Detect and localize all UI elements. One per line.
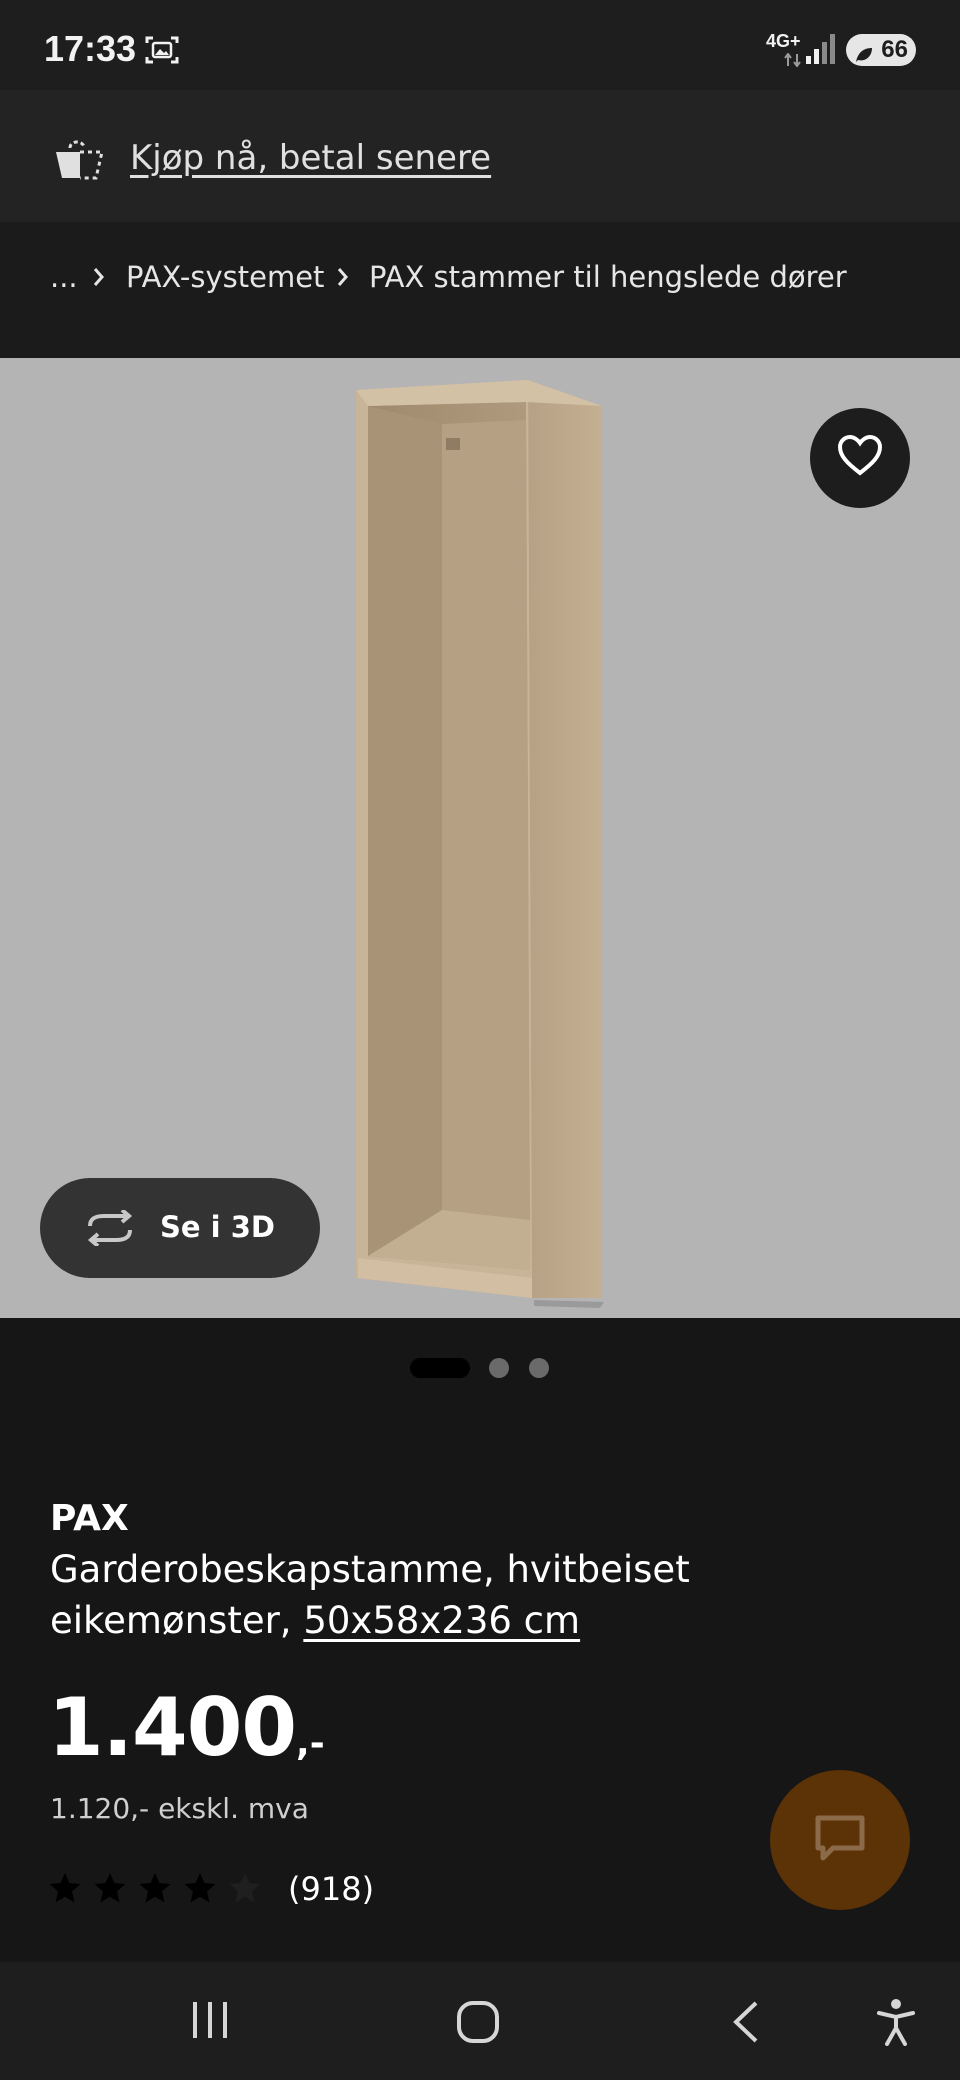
star-icon xyxy=(138,1872,172,1908)
chat-button[interactable] xyxy=(770,1770,910,1910)
star-icon xyxy=(93,1872,127,1908)
product-image-gallery[interactable]: Se i 3D xyxy=(0,358,960,1318)
price-suffix: ,- xyxy=(296,1723,325,1764)
breadcrumb: ... PAX-systemet PAX stammer til hengsle… xyxy=(0,222,960,358)
star-icon xyxy=(183,1872,217,1908)
leaf-icon xyxy=(854,41,874,73)
page: 17:33 4G+ 66 Kjøp nå, betal senere ... P… xyxy=(0,0,960,2080)
battery-level: 66 xyxy=(881,36,908,63)
recent-apps-icon[interactable] xyxy=(190,2000,230,2044)
product-name: PAX xyxy=(50,1498,129,1539)
carousel-dot-active[interactable] xyxy=(410,1358,470,1378)
screenshot-icon xyxy=(144,34,180,70)
carousel-dot[interactable] xyxy=(489,1358,509,1378)
chevron-right-icon xyxy=(92,266,106,292)
back-icon[interactable] xyxy=(730,2000,760,2048)
review-count[interactable]: (918) xyxy=(288,1870,374,1908)
view-in-3d-label: Se i 3D xyxy=(160,1210,275,1244)
product-size-link[interactable]: 50x58x236 cm xyxy=(303,1599,580,1642)
wardrobe-product-image xyxy=(356,380,604,1308)
chat-icon xyxy=(813,1813,867,1867)
carousel-indicator xyxy=(0,1356,960,1380)
breadcrumb-ellipsis[interactable]: ... xyxy=(50,260,78,294)
rotate-icon xyxy=(84,1208,136,1250)
star-icon xyxy=(48,1872,82,1908)
favorite-button[interactable] xyxy=(810,408,910,508)
chevron-right-icon xyxy=(336,266,350,292)
promo-bar: Kjøp nå, betal senere xyxy=(0,90,960,222)
payment-plan-icon xyxy=(54,138,106,184)
price-excluding-vat: 1.120,- ekskl. mva xyxy=(50,1792,309,1825)
breadcrumb-item-pax-frames[interactable]: PAX stammer til hengslede dører xyxy=(369,260,847,294)
signal-icon xyxy=(806,34,838,68)
breadcrumb-item-pax-system[interactable]: PAX-systemet xyxy=(126,260,324,294)
product-description: Garderobeskapstamme, hvitbeiset eikemøns… xyxy=(50,1544,910,1646)
product-price: 1.400,- xyxy=(48,1680,325,1776)
accessibility-icon[interactable] xyxy=(876,1998,916,2050)
heart-icon xyxy=(837,434,883,481)
buy-now-pay-later-link[interactable]: Kjøp nå, betal senere xyxy=(130,138,491,178)
star-empty-icon xyxy=(228,1872,262,1908)
view-in-3d-button[interactable]: Se i 3D xyxy=(40,1178,320,1278)
system-navigation-bar xyxy=(0,1962,960,2080)
price-value: 1.400 xyxy=(48,1681,297,1774)
data-arrows-icon xyxy=(784,52,802,71)
status-time: 17:33 xyxy=(44,28,137,69)
carousel-dot[interactable] xyxy=(529,1358,549,1378)
battery-indicator: 66 xyxy=(846,34,916,66)
status-bar: 17:33 4G+ 66 xyxy=(0,0,960,90)
home-icon[interactable] xyxy=(456,2000,500,2048)
network-type: 4G+ xyxy=(766,31,801,51)
